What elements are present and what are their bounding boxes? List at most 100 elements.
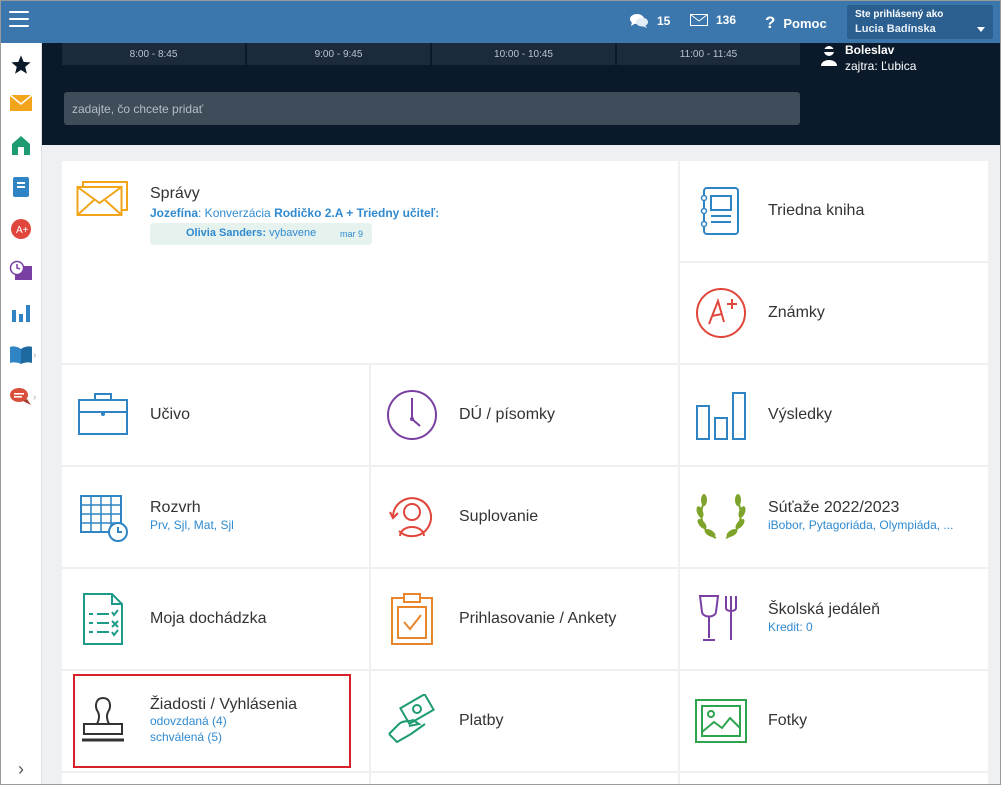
- tile-triedna-kniha[interactable]: Triedna kniha: [680, 161, 988, 261]
- tile-subtitle: iBobor, Pytagoriáda, Olympiáda, ...: [768, 518, 954, 532]
- user-name: Lucia Badínska: [855, 23, 936, 35]
- tile-ucivo[interactable]: Učivo: [62, 365, 369, 465]
- tile-title: Prihlasovanie / Ankety: [459, 610, 617, 627]
- tile-dochadzka[interactable]: Moja dochádzka: [62, 569, 369, 669]
- message-preview[interactable]: Jozefína: Konverzácia Rodičko 2.A + Trie…: [150, 206, 439, 220]
- tile-partial[interactable]: [371, 773, 678, 784]
- tile-spravy[interactable]: Správy Jozefína: Konverzácia Rodičko 2.A…: [62, 161, 678, 363]
- tile-title: Správy: [150, 185, 200, 202]
- tile-partial[interactable]: [680, 773, 988, 784]
- time-slot[interactable]: 10:00 - 10:45: [432, 43, 615, 65]
- quick-add-input[interactable]: [64, 92, 800, 125]
- time-slot[interactable]: 8:00 - 8:45: [62, 43, 245, 65]
- home-icon: [12, 136, 30, 155]
- tile-suplovanie[interactable]: Suplovanie: [371, 467, 678, 567]
- sidebar: A+ › › ›: [1, 43, 42, 784]
- bar-chart-icon: [696, 392, 746, 440]
- substitute-person-icon: [389, 497, 432, 538]
- tile-title: Suplovanie: [459, 508, 539, 525]
- reply-author: Olivia Sanders:: [186, 227, 267, 239]
- mail-button[interactable]: 136: [690, 13, 736, 27]
- photo-icon: [695, 699, 747, 743]
- help-button[interactable]: ? Pomoc: [765, 13, 827, 33]
- chevron-right-icon: ›: [33, 350, 37, 361]
- grade-a-plus-icon: A+: [11, 219, 31, 239]
- reply-date: mar 9: [340, 229, 364, 239]
- user-account-dropdown[interactable]: Ste prihlásený ako Lucia Badínska: [847, 5, 993, 39]
- logged-as-label: Ste prihlásený ako: [855, 9, 944, 20]
- bar-chart-icon: [12, 305, 30, 322]
- sidebar-item-communication[interactable]: [9, 385, 33, 409]
- lesson-timeline: 8:00 - 8:45 9:00 - 9:45 10:00 - 10:45 11…: [62, 43, 802, 65]
- tile-title: Súťaže 2022/2023: [768, 499, 900, 516]
- tile-znamky[interactable]: Známky: [680, 263, 988, 363]
- envelope-icon: [76, 181, 128, 216]
- messages-button[interactable]: 15: [629, 13, 670, 29]
- chevron-right-icon: ›: [33, 392, 37, 403]
- tile-title: Známky: [768, 304, 825, 321]
- tile-title: Výsledky: [768, 406, 833, 423]
- grade-a-plus-icon: [696, 288, 746, 338]
- highlight-frame: [73, 674, 351, 768]
- open-book-icon: [10, 346, 32, 364]
- speech-bubbles-icon: [10, 388, 31, 405]
- help-label: Pomoc: [783, 15, 827, 31]
- time-slot[interactable]: 11:00 - 11:45: [617, 43, 800, 65]
- menu-icon[interactable]: [9, 11, 29, 29]
- svg-text:A+: A+: [16, 225, 29, 236]
- tile-title: Učivo: [150, 406, 191, 423]
- tile-platby[interactable]: Platby: [371, 671, 678, 771]
- message-sender: Jozefína: [150, 206, 199, 220]
- app-window: 15 136 ? Pomoc Ste prihlásený ako Lucia …: [0, 0, 1001, 785]
- tile-vysledky[interactable]: Výsledky: [680, 365, 988, 465]
- sidebar-item-class-book[interactable]: [9, 175, 33, 199]
- sidebar-item-favorites[interactable]: [9, 53, 33, 77]
- laurel-wreath-icon: [696, 494, 746, 539]
- nameday-today: Boleslav: [845, 43, 895, 57]
- tile-partial[interactable]: [62, 773, 369, 784]
- sidebar-item-home[interactable]: [9, 133, 33, 157]
- clock-board-icon: [9, 260, 32, 280]
- attendance-sheet-icon: [83, 593, 123, 645]
- message-reply-bubble[interactable]: Olivia Sanders: vybavene mar 9: [150, 223, 372, 245]
- tile-prihlasovanie[interactable]: Prihlasovanie / Ankety: [371, 569, 678, 669]
- sidebar-expand-button[interactable]: ›: [9, 759, 33, 779]
- messages-count: 15: [657, 14, 671, 28]
- clock-icon: [387, 390, 437, 440]
- mail-count: 136: [716, 13, 737, 27]
- tile-fotky[interactable]: Fotky: [680, 671, 988, 771]
- sidebar-item-schedule[interactable]: [9, 259, 33, 283]
- sidebar-item-results[interactable]: [9, 301, 33, 325]
- notebook-icon: [13, 177, 29, 197]
- briefcase-icon: [78, 393, 128, 435]
- message-subject: : Konverzácia: [198, 206, 275, 220]
- envelope-icon: [10, 95, 32, 111]
- sidebar-item-grades[interactable]: A+: [9, 217, 33, 241]
- class-book-icon: [700, 187, 739, 235]
- timetable-icon: [80, 495, 128, 542]
- tile-subtitle: Kredit: 0: [768, 620, 813, 634]
- tile-jedalen[interactable]: Školská jedáleň Kredit: 0: [680, 569, 988, 669]
- sidebar-item-library[interactable]: [9, 343, 33, 367]
- tile-title: DÚ / písomky: [459, 406, 556, 423]
- star-icon: [11, 55, 31, 74]
- tile-sutaze[interactable]: Súťaže 2022/2023 iBobor, Pytagoriáda, Ol…: [680, 467, 988, 567]
- tile-rozvrh[interactable]: Rozvrh Prv, Sjl, Mat, Sjl: [62, 467, 369, 567]
- time-slot[interactable]: 9:00 - 9:45: [247, 43, 430, 65]
- tile-title: Školská jedáleň: [768, 601, 881, 618]
- envelope-icon: [690, 14, 708, 26]
- person-icon: [821, 46, 837, 66]
- tile-title: Rozvrh: [150, 499, 201, 516]
- tile-title: Fotky: [768, 712, 808, 729]
- chevron-right-icon: ›: [18, 758, 24, 779]
- tile-du-pisomky[interactable]: DÚ / písomky: [371, 365, 678, 465]
- chat-bubbles-icon: [630, 14, 648, 28]
- nameday-tomorrow: zajtra: Ľubica: [845, 59, 917, 73]
- reply-text: vybavene: [266, 227, 317, 239]
- tile-title: Moja dochádzka: [150, 610, 267, 627]
- tile-title: Platby: [459, 712, 504, 729]
- sidebar-item-messages[interactable]: [9, 91, 33, 115]
- hand-money-icon: [388, 694, 435, 744]
- message-conversation: Rodičko 2.A + Triedny učiteľ:: [274, 206, 440, 220]
- glass-fork-icon: [698, 595, 737, 641]
